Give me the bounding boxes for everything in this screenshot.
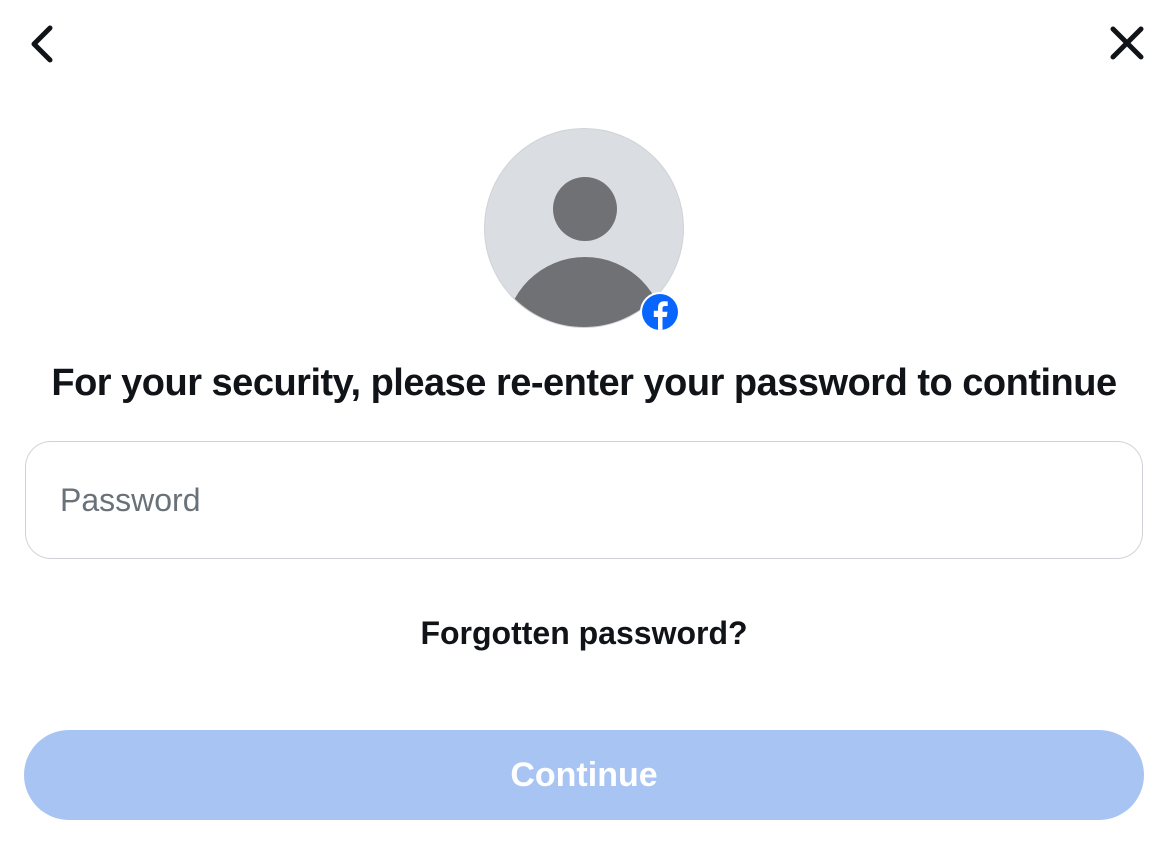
forgotten-password-link[interactable]: Forgotten password?: [420, 615, 747, 652]
password-input[interactable]: [25, 441, 1143, 559]
avatar: [484, 128, 684, 328]
continue-button[interactable]: Continue: [24, 730, 1144, 820]
close-button[interactable]: [1108, 24, 1146, 65]
security-heading: For your security, please re-enter your …: [51, 362, 1116, 405]
back-button[interactable]: [28, 24, 56, 67]
facebook-badge: [640, 292, 680, 332]
facebook-logo-icon: [642, 294, 678, 330]
chevron-left-icon: [28, 24, 56, 67]
close-icon: [1108, 24, 1146, 65]
